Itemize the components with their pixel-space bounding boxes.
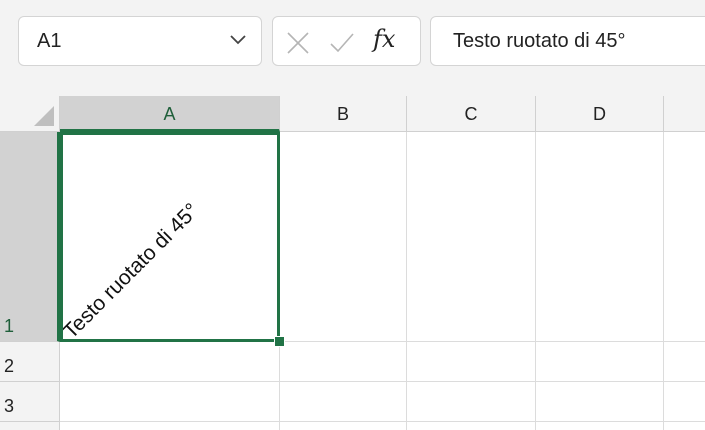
chevron-down-icon[interactable] [229, 33, 247, 51]
formula-value: Testo ruotato di 45° [453, 30, 626, 52]
cell-b4[interactable] [280, 422, 407, 430]
column-header-d[interactable]: D [536, 96, 664, 132]
column-header-a[interactable]: A [60, 96, 280, 132]
row-header-label: 2 [4, 356, 15, 376]
select-all-triangle-icon [34, 106, 54, 126]
cell-c3[interactable] [407, 382, 536, 422]
row-header-3[interactable]: 3 [0, 382, 60, 422]
cell-b1[interactable] [280, 132, 407, 342]
cell-c4[interactable] [407, 422, 536, 430]
close-icon[interactable] [285, 30, 311, 61]
cell-b2[interactable] [280, 342, 407, 382]
row-header-1[interactable]: 1 [0, 132, 60, 342]
name-box[interactable]: A1 [18, 16, 262, 66]
cell-a3[interactable] [60, 382, 280, 422]
cell-c1[interactable] [407, 132, 536, 342]
cell-e2[interactable] [664, 342, 705, 382]
cell-e1[interactable] [664, 132, 705, 342]
cell-e3[interactable] [664, 382, 705, 422]
formula-input[interactable]: Testo ruotato di 45° [430, 16, 705, 66]
select-all-button[interactable] [0, 96, 60, 132]
check-icon[interactable] [328, 30, 356, 61]
cell-d1[interactable] [536, 132, 664, 342]
column-header-c[interactable]: C [407, 96, 536, 132]
cell-d3[interactable] [536, 382, 664, 422]
spreadsheet-app: A1 fx Testo ruotato di 45° A B C D 1 2 3… [0, 0, 705, 430]
cell-d2[interactable] [536, 342, 664, 382]
name-box-value: A1 [37, 30, 62, 52]
column-header-b[interactable]: B [280, 96, 407, 132]
fill-handle[interactable] [274, 336, 285, 347]
row-header-label: 3 [4, 396, 15, 416]
cell-c2[interactable] [407, 342, 536, 382]
cell-a2[interactable] [60, 342, 280, 382]
cell-d4[interactable] [536, 422, 664, 430]
cell-b3[interactable] [280, 382, 407, 422]
row-header-label: 1 [4, 316, 15, 336]
row-header-4-partial[interactable] [0, 422, 60, 430]
cell-a4[interactable] [60, 422, 280, 430]
fx-icon[interactable]: fx [373, 25, 395, 53]
formula-bar: A1 fx Testo ruotato di 45° [0, 0, 705, 96]
row-header-2[interactable]: 2 [0, 342, 60, 382]
column-header-e-partial[interactable] [664, 96, 705, 132]
formula-buttons: fx [272, 16, 421, 66]
